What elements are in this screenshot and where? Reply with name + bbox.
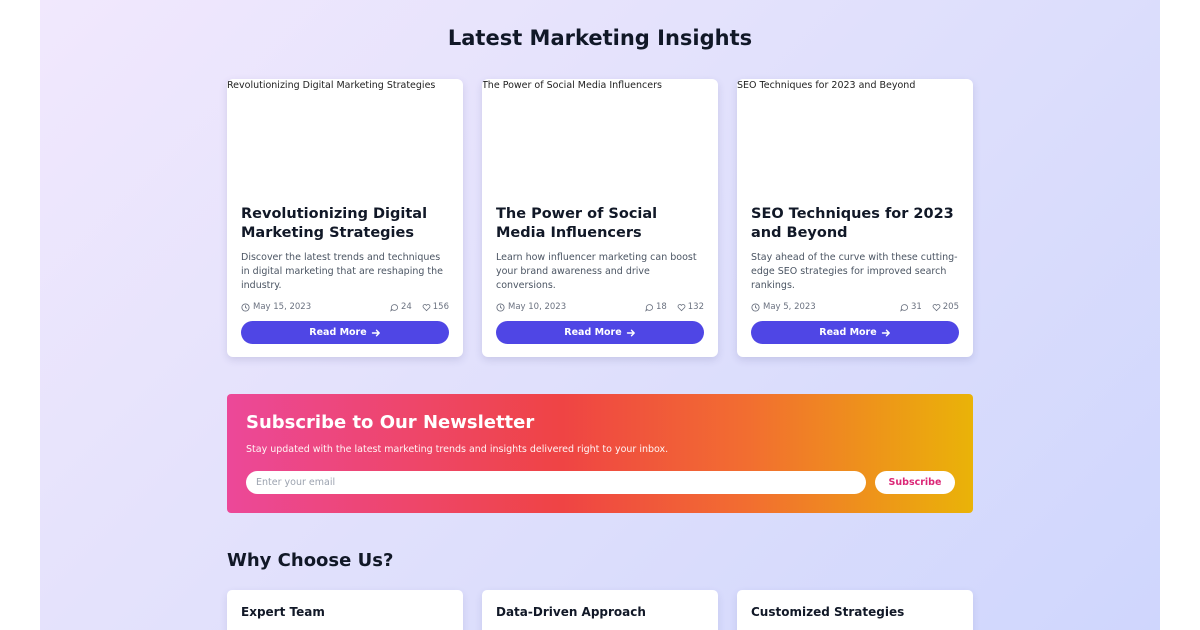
clock-icon: [496, 302, 505, 312]
like-count: 132: [677, 302, 704, 312]
feature-title: Expert Team: [241, 605, 325, 619]
page-background: Latest Marketing Insights Revolutionizin…: [40, 0, 1160, 630]
card-description: Learn how influencer marketing can boost…: [496, 252, 697, 291]
card-image: Revolutionizing Digital Marketing Strate…: [227, 80, 436, 91]
post-date: May 5, 2023: [751, 302, 816, 312]
post-date: May 15, 2023: [241, 302, 311, 312]
card-image: The Power of Social Media Influencers: [482, 80, 662, 91]
read-more-label: Read More: [819, 327, 877, 338]
clock-icon: [241, 302, 250, 312]
heart-icon: [677, 303, 686, 311]
arrow-right-icon: [881, 329, 890, 336]
heart-icon: [422, 303, 431, 311]
read-more-button[interactable]: Read More: [241, 321, 449, 344]
card-description: Stay ahead of the curve with these cutti…: [751, 252, 958, 291]
comment-count-text: 31: [910, 302, 922, 312]
subscribe-button[interactable]: Subscribe: [875, 471, 955, 494]
like-count-text: 132: [687, 302, 704, 312]
insight-card: Revolutionizing Digital Marketing Strate…: [227, 79, 463, 357]
feature-card: Customized Strategies: [737, 590, 973, 630]
feature-cards: Expert Team Data-Driven Approach Customi…: [227, 590, 973, 630]
like-count-text: 205: [942, 302, 959, 312]
feature-title: Data-Driven Approach: [496, 605, 646, 619]
newsletter-panel: Subscribe to Our Newsletter Stay updated…: [227, 394, 973, 513]
comment-count-text: 18: [655, 302, 667, 312]
comment-count: 18: [645, 302, 667, 312]
card-title: The Power of Social Media Influencers: [496, 206, 658, 241]
like-count-text: 156: [432, 302, 449, 312]
read-more-button[interactable]: Read More: [751, 321, 959, 344]
comment-icon: [900, 303, 908, 312]
why-choose-us-title: Why Choose Us?: [227, 550, 394, 571]
newsletter-subtitle: Stay updated with the latest marketing t…: [246, 444, 669, 455]
post-stats: 18 132: [638, 302, 704, 312]
comment-count: 24: [390, 302, 412, 312]
card-meta: May 5, 2023 31 205: [751, 301, 959, 313]
post-date-text: May 10, 2023: [508, 302, 567, 312]
heart-icon: [932, 303, 941, 311]
card-image: SEO Techniques for 2023 and Beyond: [737, 80, 916, 91]
email-input[interactable]: [246, 471, 866, 494]
comment-count-text: 24: [400, 302, 412, 312]
card-body: Revolutionizing Digital Marketing Strate…: [227, 195, 463, 344]
clock-icon: [751, 302, 760, 312]
comment-icon: [645, 303, 653, 312]
like-count: 205: [932, 302, 959, 312]
card-title: Revolutionizing Digital Marketing Strate…: [241, 206, 428, 241]
post-stats: 31 205: [893, 302, 959, 312]
post-date-text: May 15, 2023: [253, 302, 312, 312]
comment-icon: [390, 303, 398, 312]
card-meta: May 15, 2023 24 156: [241, 301, 449, 313]
newsletter-title: Subscribe to Our Newsletter: [246, 412, 535, 433]
card-body: The Power of Social Media Influencers Le…: [482, 195, 718, 344]
card-meta: May 10, 2023 18 132: [496, 301, 704, 313]
insight-card: The Power of Social Media Influencers Th…: [482, 79, 718, 357]
insight-cards: Revolutionizing Digital Marketing Strate…: [227, 79, 973, 357]
read-more-label: Read More: [564, 327, 622, 338]
feature-card: Data-Driven Approach: [482, 590, 718, 630]
read-more-label: Read More: [309, 327, 367, 338]
like-count: 156: [422, 302, 449, 312]
card-body: SEO Techniques for 2023 and Beyond Stay …: [737, 195, 973, 344]
section-title: Latest Marketing Insights: [447, 26, 753, 50]
feature-title: Customized Strategies: [751, 605, 905, 619]
arrow-right-icon: [626, 329, 635, 336]
card-description: Discover the latest trends and technique…: [241, 252, 444, 291]
post-date: May 10, 2023: [496, 302, 566, 312]
comment-count: 31: [900, 302, 922, 312]
post-stats: 24 156: [383, 302, 449, 312]
read-more-button[interactable]: Read More: [496, 321, 704, 344]
card-title: SEO Techniques for 2023 and Beyond: [751, 206, 954, 241]
insight-card: SEO Techniques for 2023 and Beyond SEO T…: [737, 79, 973, 357]
post-date-text: May 5, 2023: [763, 302, 816, 312]
arrow-right-icon: [371, 329, 380, 336]
feature-card: Expert Team: [227, 590, 463, 630]
